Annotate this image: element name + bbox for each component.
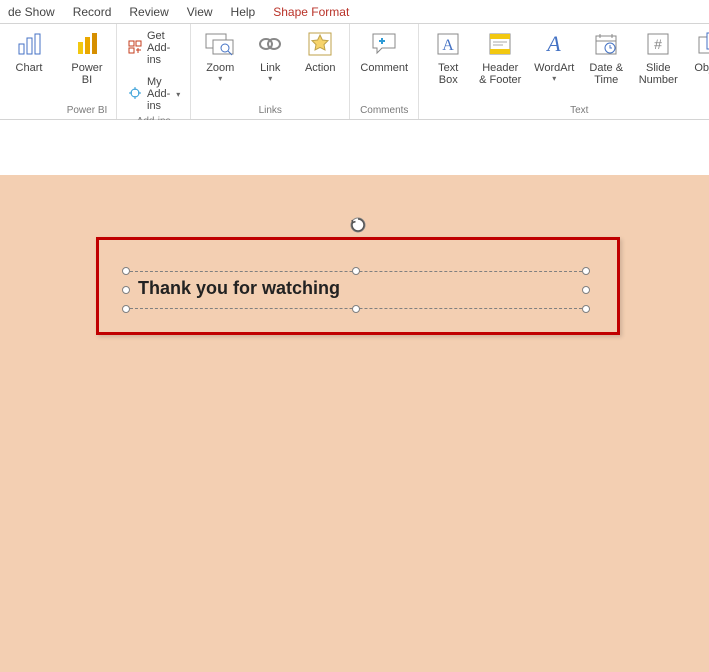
group-label-comments: Comments (360, 103, 408, 119)
my-addins-label: My Add-ins (147, 76, 170, 112)
object-label: Object (694, 62, 709, 74)
svg-text:A: A (442, 37, 454, 54)
get-addins-icon (127, 39, 143, 58)
header-footer-icon (484, 28, 516, 60)
textbox-label: Text Box (438, 62, 458, 86)
my-addins-icon (127, 85, 143, 104)
header-footer-button[interactable]: Header & Footer (475, 26, 525, 86)
datetime-label: Date & Time (589, 62, 623, 86)
wordart-button[interactable]: A WordArt ▾ (529, 26, 579, 82)
tab-slideshow[interactable]: de Show (8, 5, 55, 19)
zoom-label: Zoom (206, 62, 234, 74)
group-label-links: Links (259, 103, 282, 119)
ribbon-group-addins: Get Add-ins My Add-ins ▾ Add-ins (117, 24, 191, 119)
zoom-button[interactable]: Zoom ▾ (197, 26, 243, 82)
resize-handle[interactable] (122, 267, 130, 275)
resize-handle[interactable] (352, 267, 360, 275)
ribbon-group-comments: Comment Comments (350, 24, 419, 119)
tab-review[interactable]: Review (129, 5, 168, 19)
slidenumber-button[interactable]: # Slide Number (633, 26, 683, 86)
rotate-handle[interactable] (349, 216, 367, 234)
header-footer-label: Header & Footer (479, 62, 521, 86)
slide-edit-area: Thank you for watching (0, 120, 709, 672)
tab-record[interactable]: Record (73, 5, 112, 19)
comment-icon (368, 28, 400, 60)
get-addins-label: Get Add-ins (147, 30, 180, 66)
resize-handle[interactable] (582, 305, 590, 313)
action-icon (304, 28, 336, 60)
tab-view[interactable]: View (187, 5, 213, 19)
textbox-icon: A (432, 28, 464, 60)
workspace-margin (0, 120, 709, 175)
group-label-text: Text (570, 103, 588, 119)
svg-text:A: A (546, 31, 562, 56)
chevron-down-icon: ▾ (218, 76, 222, 82)
chevron-down-icon: ▾ (176, 90, 180, 99)
link-button[interactable]: Link ▾ (247, 26, 293, 82)
chart-label: Chart (16, 62, 43, 74)
chart-icon (13, 28, 45, 60)
my-addins-button[interactable]: My Add-ins ▾ (123, 74, 184, 114)
text-box-selected[interactable]: Thank you for watching (126, 271, 586, 309)
zoom-icon (204, 28, 236, 60)
comment-button[interactable]: Comment (356, 26, 412, 74)
ribbon-group-text: A Text Box Header & Footer A WordArt ▾ (419, 24, 709, 119)
group-label-powerbi: Power BI (67, 103, 108, 119)
object-icon (694, 28, 709, 60)
ribbon-group-links: Zoom ▾ Link ▾ Action Links (191, 24, 350, 119)
textbox-button[interactable]: A Text Box (425, 26, 471, 86)
action-label: Action (305, 62, 336, 74)
get-addins-button[interactable]: Get Add-ins (123, 28, 184, 68)
object-button[interactable]: Object (687, 26, 709, 74)
slidenumber-icon: # (642, 28, 674, 60)
chart-button[interactable]: Chart (6, 26, 52, 74)
resize-handle[interactable] (582, 286, 590, 294)
wordart-icon: A (538, 28, 570, 60)
powerbi-button[interactable]: Power BI (64, 26, 110, 86)
text-content: Thank you for watching (138, 278, 340, 299)
datetime-icon (590, 28, 622, 60)
slidenumber-label: Slide Number (639, 62, 678, 86)
ribbon-tabs: de Show Record Review View Help Shape Fo… (0, 0, 709, 24)
chevron-down-icon: ▾ (552, 76, 556, 82)
ribbon: Chart Power BI Power BI Get Add-ins (0, 24, 709, 120)
resize-handle[interactable] (122, 305, 130, 313)
comment-label: Comment (360, 62, 408, 74)
slide-canvas[interactable]: Thank you for watching (0, 175, 709, 672)
wordart-label: WordArt (534, 62, 574, 74)
datetime-button[interactable]: Date & Time (583, 26, 629, 86)
resize-handle[interactable] (352, 305, 360, 313)
svg-text:#: # (654, 36, 662, 52)
ribbon-group-powerbi: Power BI Power BI (58, 24, 117, 119)
link-label: Link (260, 62, 280, 74)
tab-help[interactable]: Help (231, 5, 256, 19)
chevron-down-icon: ▾ (268, 76, 272, 82)
action-button[interactable]: Action (297, 26, 343, 74)
ribbon-group-chart: Chart (0, 24, 58, 119)
resize-handle[interactable] (582, 267, 590, 275)
tab-shape-format[interactable]: Shape Format (273, 5, 349, 19)
resize-handle[interactable] (122, 286, 130, 294)
powerbi-icon (71, 28, 103, 60)
link-icon (254, 28, 286, 60)
powerbi-label: Power BI (71, 62, 102, 86)
